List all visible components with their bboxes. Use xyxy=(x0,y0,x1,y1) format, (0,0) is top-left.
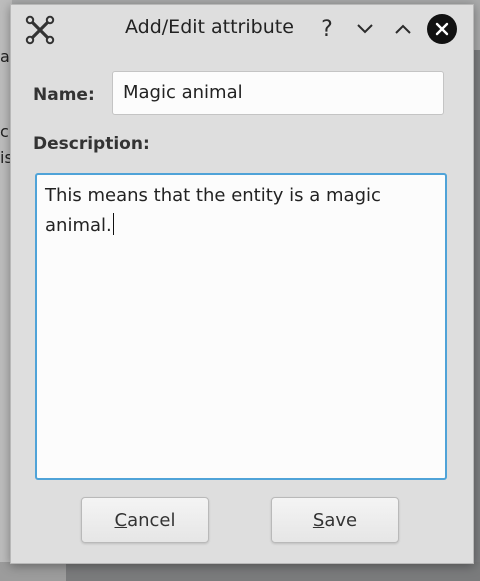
description-textarea[interactable]: This means that the entity is a magic an… xyxy=(35,173,447,480)
cancel-label: ancel xyxy=(127,509,176,531)
save-label: ave xyxy=(324,509,358,531)
help-icon[interactable]: ? xyxy=(313,15,341,43)
window-title: Add/Edit attribute xyxy=(125,16,294,38)
minimize-icon[interactable] xyxy=(351,15,379,43)
background-status-bar xyxy=(0,562,480,581)
save-button[interactable]: Save xyxy=(271,497,399,543)
background-status-item xyxy=(0,562,66,581)
background-text: a xyxy=(0,47,10,66)
name-input[interactable]: Magic animal xyxy=(112,71,444,115)
cancel-button[interactable]: Cancel xyxy=(81,497,209,543)
cross-icon[interactable] xyxy=(25,15,55,45)
text-cursor xyxy=(112,213,114,235)
background-text: c xyxy=(0,122,9,141)
close-icon[interactable] xyxy=(427,14,457,44)
maximize-icon[interactable] xyxy=(389,15,417,43)
save-mnemonic: S xyxy=(312,509,325,531)
title-bar[interactable]: Add/Edit attribute ? xyxy=(11,5,473,53)
name-label: Name: xyxy=(33,85,95,105)
description-text: This means that the entity is a magic an… xyxy=(45,185,381,236)
add-edit-attribute-dialog: Add/Edit attribute ? Name: Magic animal … xyxy=(10,4,474,564)
description-label: Description: xyxy=(33,134,150,154)
cancel-mnemonic: C xyxy=(114,509,128,531)
